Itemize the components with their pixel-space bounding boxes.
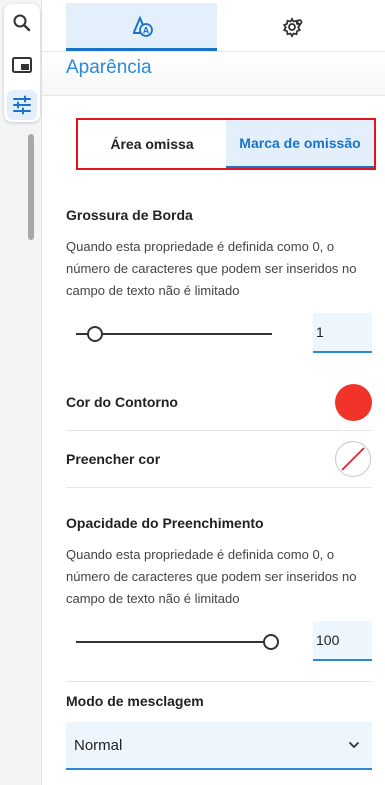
fill-color-label: Preencher cor	[66, 451, 161, 467]
tab-redaction-mark[interactable]: Marca de omissão	[226, 120, 374, 168]
left-rail	[0, 0, 42, 785]
border-thickness-slider-track[interactable]	[76, 333, 272, 335]
fill-opacity-description: Quando esta propriedade é definida como …	[66, 547, 357, 606]
gear-icon	[282, 17, 303, 38]
tab-redaction-area[interactable]: Área omissa	[78, 120, 226, 168]
fill-opacity-slider-track[interactable]	[76, 641, 272, 643]
border-thickness-input[interactable]: 1	[313, 313, 372, 353]
blend-mode-value: Normal	[74, 736, 123, 754]
outline-color-label: Cor do Contorno	[66, 394, 178, 410]
rail-toolbar	[4, 4, 40, 122]
fill-color-swatch[interactable]	[334, 440, 372, 478]
properties-button[interactable]	[7, 90, 37, 120]
tab-settings[interactable]	[218, 3, 368, 51]
sliders-icon	[13, 95, 31, 115]
border-thickness-label: Grossura de Borda	[66, 207, 193, 223]
redaction-subtabs: Área omissa Marca de omissão	[76, 118, 376, 170]
border-thickness-description: Quando esta propriedade é definida como …	[66, 239, 357, 298]
section-title: Aparência	[66, 57, 152, 78]
blend-mode-label: Modo de mesclagem	[66, 693, 204, 709]
border-thickness-slider-thumb[interactable]	[87, 326, 103, 342]
row-divider	[66, 487, 372, 488]
fill-opacity-input[interactable]: 100	[313, 621, 372, 661]
blend-mode-select[interactable]: Normal	[66, 722, 372, 770]
chevron-down-icon	[348, 741, 360, 749]
fill-opacity-slider-thumb[interactable]	[263, 634, 279, 650]
panel-button[interactable]	[7, 50, 37, 80]
search-button[interactable]	[7, 8, 37, 38]
title-divider	[42, 95, 385, 96]
row-divider	[66, 430, 372, 431]
svg-text:A: A	[142, 25, 149, 35]
rail-scrollbar[interactable]	[28, 134, 34, 240]
row-divider	[66, 681, 372, 682]
panel-icon	[12, 57, 32, 73]
tab-appearance[interactable]: A	[66, 3, 217, 51]
outline-color-swatch[interactable]	[335, 384, 372, 421]
fill-opacity-label: Opacidade do Preenchimento	[66, 515, 264, 531]
search-icon	[13, 14, 31, 32]
appearance-tab-icon: A	[132, 14, 153, 37]
